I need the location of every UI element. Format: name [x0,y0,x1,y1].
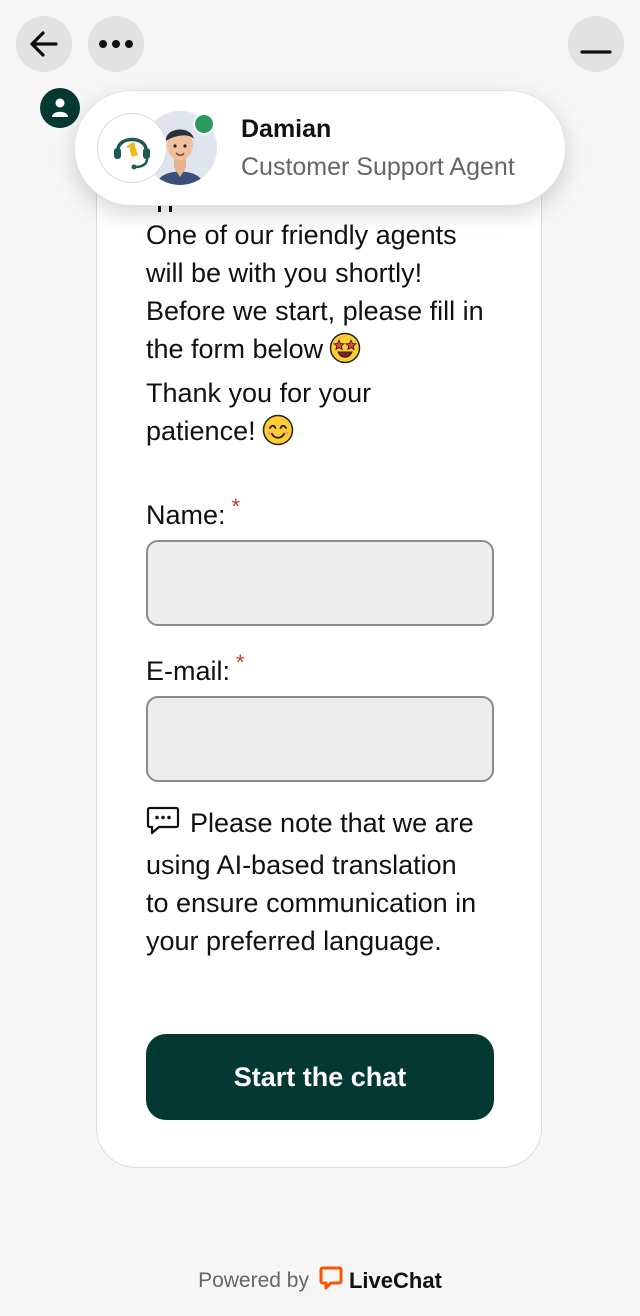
name-field-label: Name: * [146,494,240,531]
agent-card: Damian Customer Support Agent [74,90,566,206]
visitor-avatar [40,88,80,128]
powered-by-footer[interactable]: Powered by LiveChat [0,1266,640,1296]
cropped-text-fragment [158,206,172,212]
name-label-text: Name: [146,500,226,530]
more-dots-icon [99,40,133,48]
note-line: to ensure communication in [146,888,477,918]
company-logo [97,113,167,183]
online-status-dot [193,113,215,135]
minimize-icon [580,50,612,54]
powered-by-text: Powered by [198,1269,309,1292]
translation-note: Please note that we are using AI-based t… [146,804,516,960]
welcome-message: One of our friendly agents will be with … [146,216,516,456]
arrow-left-icon [30,31,58,57]
start-chat-button[interactable]: Start the chat [146,1034,494,1120]
livechat-brand-text: LiveChat [348,1268,442,1293]
message-line-with-emoji: patience! [146,412,516,456]
email-input[interactable] [146,696,494,782]
name-input[interactable] [146,540,494,626]
message-line: One of our friendly agents [146,220,457,250]
back-button[interactable] [16,16,72,72]
smiling-face-emoji-icon [262,414,294,456]
required-marker: * [231,494,241,519]
headset-logo-icon [114,137,150,170]
email-label-text: E-mail: [146,656,231,686]
note-line-with-icon: Please note that we are [146,804,516,846]
note-line: your preferred language. [146,926,442,956]
livechat-logo-icon [319,1266,343,1296]
message-line-with-emoji: the form below [146,330,516,374]
star-struck-emoji-icon [329,332,361,374]
message-line: Before we start, please fill in [146,296,484,326]
more-options-button[interactable] [88,16,144,72]
email-field-label: E-mail: * [146,650,245,687]
message-line: will be with you shortly! [146,258,423,288]
chat-bubble-icon [146,806,180,846]
message-line: patience! [146,416,256,446]
required-marker: * [236,650,245,675]
message-line: the form below [146,334,324,364]
minimize-button[interactable] [568,16,624,72]
user-icon [52,98,68,117]
start-chat-button-label: Start the chat [233,1061,407,1092]
message-line: Thank you for your [146,378,372,408]
agent-name: Damian [241,115,332,143]
note-line: using AI-based translation [146,850,457,880]
note-line: Please note that we are [190,808,474,838]
agent-role: Customer Support Agent [241,153,515,181]
